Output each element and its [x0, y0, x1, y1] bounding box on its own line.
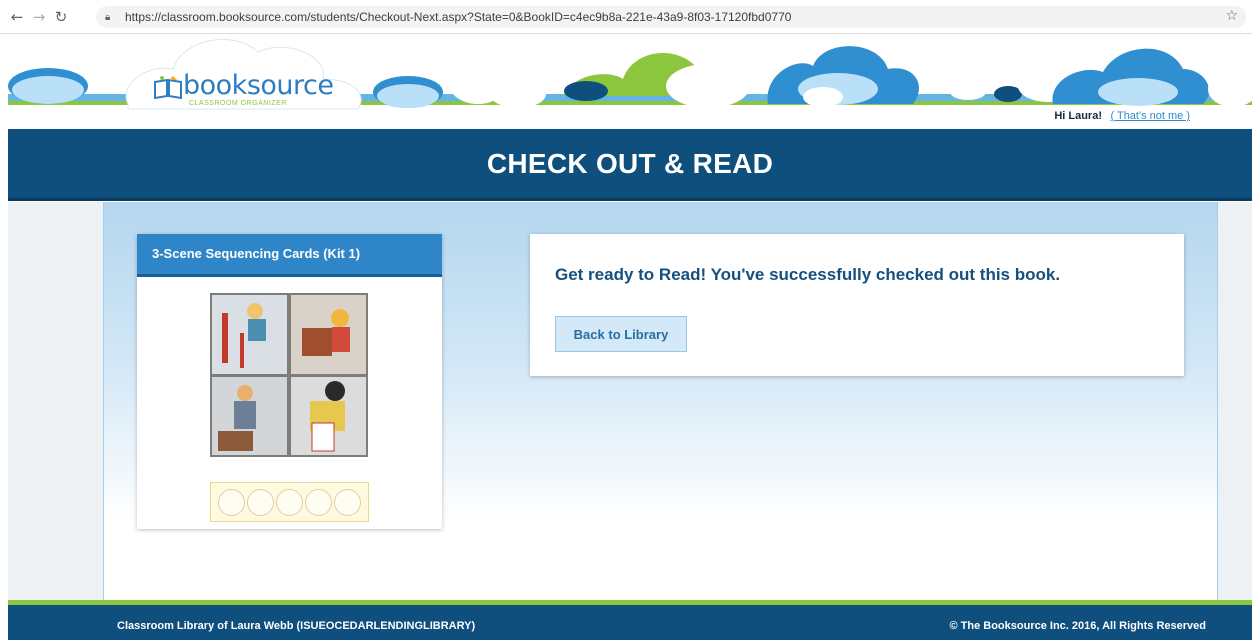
url-text[interactable]: https://classroom.booksource.com/student…: [125, 10, 791, 24]
browser-toolbar: ← → ↻ 🔒︎ https://classroom.booksource.co…: [0, 0, 1252, 34]
rating-circle-icon[interactable]: [247, 488, 274, 516]
checkout-message-card: Get ready to Read! You've successfully c…: [530, 234, 1184, 376]
lock-icon: 🔒︎: [105, 11, 111, 23]
logo-wordmark: booksource: [183, 70, 334, 101]
rating-circle-icon[interactable]: [334, 488, 361, 516]
reload-icon[interactable]: ↻: [50, 8, 72, 26]
site-footer: Classroom Library of Laura Webb (ISUEOCE…: [8, 600, 1252, 640]
book-cover-image: [210, 293, 368, 457]
rating-circle-icon[interactable]: [305, 488, 332, 516]
checkout-success-message: Get ready to Read! You've successfully c…: [555, 265, 1061, 284]
book-card: 3-Scene Sequencing Cards (Kit 1): [137, 234, 442, 529]
book-title: 3-Scene Sequencing Cards (Kit 1): [137, 234, 442, 277]
bookmark-star-icon[interactable]: ☆: [1225, 8, 1238, 24]
footer-copyright: © The Booksource Inc. 2016, All Rights R…: [949, 620, 1206, 632]
back-arrow-icon[interactable]: ←: [6, 8, 28, 26]
footer-library-name: Classroom Library of Laura Webb (ISUEOCE…: [117, 620, 476, 632]
page-title: CHECK OUT & READ: [486, 147, 774, 179]
address-bar[interactable]: 🔒︎ https://classroom.booksource.com/stud…: [96, 6, 1246, 28]
site-header: booksource CLASSROOM ORGANIZER Hi Laura!…: [8, 34, 1252, 129]
not-me-link[interactable]: ( That's not me ): [1110, 110, 1190, 122]
open-book-icon: [154, 76, 182, 100]
back-to-library-button[interactable]: Back to Library: [555, 316, 687, 352]
page-title-banner: CHECK OUT & READ: [8, 129, 1252, 201]
rating-circle-icon[interactable]: [276, 488, 303, 516]
star-rating[interactable]: [210, 482, 369, 522]
user-greeting: Hi Laura!: [1054, 110, 1102, 122]
rating-circle-icon[interactable]: [218, 488, 245, 516]
forward-arrow-icon[interactable]: →: [28, 8, 50, 26]
booksource-logo[interactable]: booksource CLASSROOM ORGANIZER: [153, 70, 334, 107]
logo-tagline: CLASSROOM ORGANIZER: [189, 100, 287, 107]
